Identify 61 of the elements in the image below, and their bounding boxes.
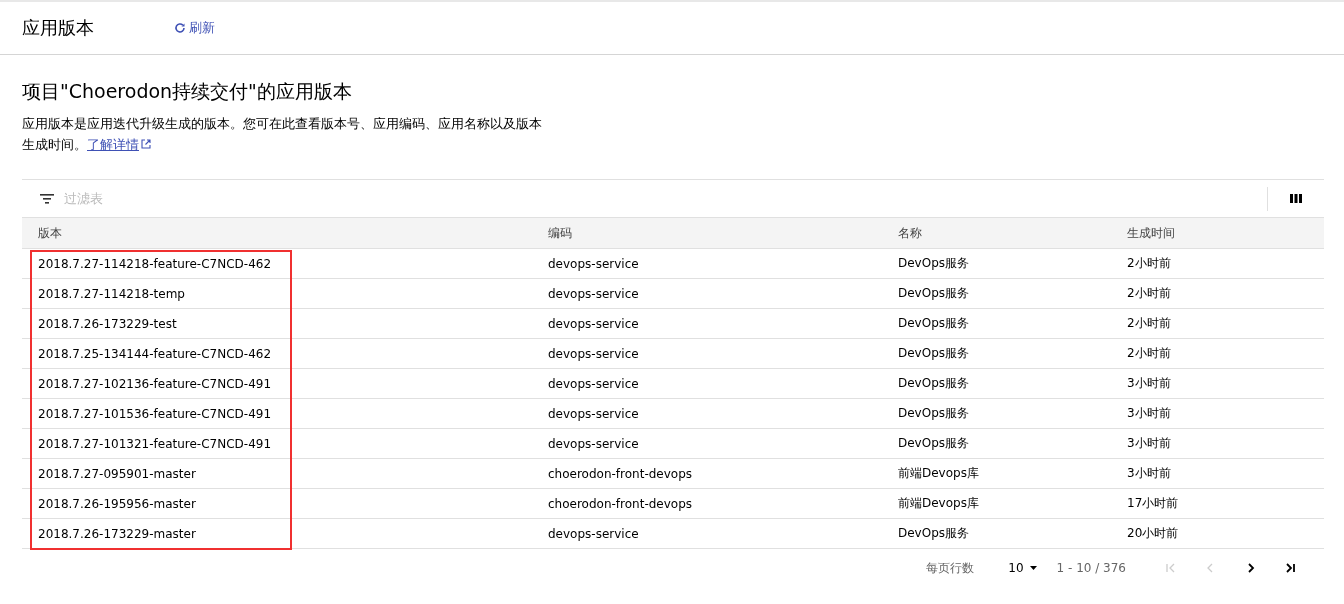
column-header: 生成时间	[1127, 224, 1176, 242]
table-cell-text: 2018.7.26-173229-master	[38, 526, 197, 541]
table-cell-text: 3小时前	[1127, 435, 1172, 452]
column-header: 名称	[898, 224, 923, 242]
table-cell-text: devops-service	[548, 376, 640, 391]
table-cell-text: 17小时前	[1127, 495, 1180, 512]
column-header: 编码	[548, 224, 573, 242]
description: 应用版本是应用迭代升级生成的版本。您可在此查看版本号、应用编码、应用名称以及版本生成时间。了解详情	[22, 115, 543, 154]
table-cell-text: DevOps服务	[898, 345, 971, 362]
table-cell-text: 3小时前	[1127, 465, 1172, 482]
table-cell-text: devops-service	[548, 526, 640, 541]
page-size-dropdown[interactable]: 10	[1008, 561, 1037, 575]
table-cell-text: 2018.7.27-101321-feature-C7NCD-491	[38, 436, 273, 451]
table-cell-text: 2018.7.27-101536-feature-C7NCD-491	[38, 406, 273, 421]
learn-more-link[interactable]: 了解详情	[87, 137, 151, 152]
chevron-left-icon	[1205, 563, 1215, 573]
table-cell-text: DevOps服务	[898, 525, 971, 542]
page-title: 应用版本	[22, 16, 95, 40]
section-title: 项目"Choerodon持续交付"的应用版本	[22, 79, 353, 104]
table-cell-text: DevOps服务	[898, 255, 971, 272]
table-cell-text: 前端Devops库	[898, 465, 980, 482]
table-cell-text: devops-service	[548, 286, 640, 301]
table-cell-text: 3小时前	[1127, 405, 1172, 422]
table-cell-text: 2小时前	[1127, 285, 1172, 302]
table-cell-text: 2018.7.27-095901-master	[38, 466, 197, 481]
first-page-icon	[1165, 563, 1175, 573]
table-cell-text: 2小时前	[1127, 255, 1172, 272]
refresh-icon	[174, 22, 186, 34]
table-cell-text: 2018.7.27-114218-feature-C7NCD-462	[38, 256, 273, 271]
table-cell-text: devops-service	[548, 406, 640, 421]
table-cell-text: 2018.7.27-114218-temp	[38, 286, 186, 301]
filter-icon	[40, 192, 54, 205]
table-cell-text: choerodon-front-devops	[548, 496, 694, 511]
table-cell-text: DevOps服务	[898, 375, 971, 392]
column-header: 版本	[38, 224, 63, 242]
table-cell-text: DevOps服务	[898, 285, 971, 302]
caret-icon	[1029, 566, 1037, 570]
table-cell-text: devops-service	[548, 436, 640, 451]
columns-icon	[1290, 194, 1302, 203]
table-cell-text: 20小时前	[1127, 525, 1180, 542]
external-link-icon	[141, 139, 151, 149]
table-cell-text: DevOps服务	[898, 315, 971, 332]
table-cell-text: 2018.7.26-173229-test	[38, 316, 178, 331]
table-cell-text: 2018.7.27-102136-feature-C7NCD-491	[38, 376, 273, 391]
table-cell-text: choerodon-front-devops	[548, 466, 694, 481]
chevron-right-icon	[1245, 563, 1255, 573]
table-cell-text: 2小时前	[1127, 315, 1172, 332]
table-cell-text: DevOps服务	[898, 405, 971, 422]
rows-per-page-label: 每页行数	[926, 559, 975, 577]
table-cell-text: 3小时前	[1127, 375, 1172, 392]
table-cell-text: 2018.7.26-195956-master	[38, 496, 197, 511]
table-cell-text: devops-service	[548, 346, 640, 361]
refresh-button[interactable]: 刷新	[174, 19, 215, 37]
table-cell-text: DevOps服务	[898, 435, 971, 452]
table-cell-text: 2018.7.25-134144-feature-C7NCD-462	[38, 346, 273, 361]
table-cell-text: 2小时前	[1127, 345, 1172, 362]
table-cell-text: devops-service	[548, 316, 640, 331]
table-cell-text: 前端Devops库	[898, 495, 980, 512]
last-page-icon	[1285, 563, 1295, 573]
table-cell-text: devops-service	[548, 256, 640, 271]
page-range: 1 - 10 / 376	[1056, 561, 1126, 575]
